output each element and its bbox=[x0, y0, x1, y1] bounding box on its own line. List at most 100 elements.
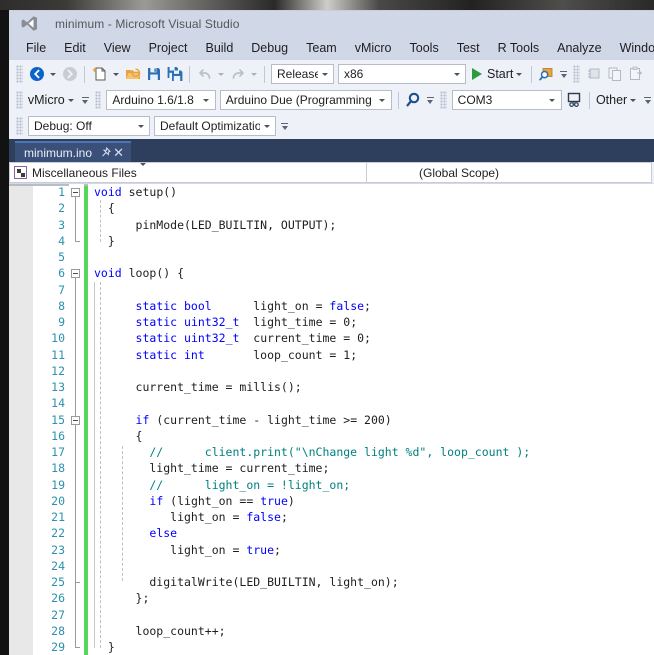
fold-toggle-loop[interactable] bbox=[71, 269, 80, 278]
chevron-down-icon[interactable] bbox=[200, 98, 213, 102]
chevron-down-icon[interactable] bbox=[137, 162, 149, 180]
menu-item-view[interactable]: View bbox=[95, 39, 140, 57]
toolbar-overflow-button[interactable] bbox=[279, 122, 290, 130]
chevron-down-icon[interactable] bbox=[376, 98, 389, 102]
document-tab-minimum-ino[interactable]: minimum.ino ✕ bbox=[15, 141, 132, 162]
chevron-down-icon[interactable] bbox=[318, 72, 331, 76]
code-token: if bbox=[135, 412, 150, 427]
code-line[interactable]: if (light_on == true) bbox=[88, 493, 654, 509]
code-line[interactable] bbox=[88, 558, 654, 574]
code-line[interactable]: loop_count++; bbox=[88, 623, 654, 639]
new-item-icon[interactable] bbox=[89, 64, 110, 85]
start-dropdown-icon[interactable] bbox=[516, 72, 523, 76]
ide-version-value: Arduino 1.6/1.8 bbox=[112, 93, 194, 107]
code-line[interactable]: void setup() bbox=[88, 184, 654, 200]
code-line[interactable] bbox=[88, 363, 654, 379]
magnifier-icon[interactable] bbox=[403, 90, 424, 111]
editor-indicator-margin[interactable] bbox=[9, 184, 33, 655]
code-line[interactable]: } bbox=[88, 639, 654, 655]
toolbar-overflow-button[interactable] bbox=[425, 96, 436, 104]
code-line[interactable]: else bbox=[88, 525, 654, 541]
toolbar-overflow-button[interactable] bbox=[558, 70, 569, 78]
code-editor[interactable]: 1 2 3 4 5 6 7 8 9 10 11 12 13 14 15 16 17 18 19 20 21 22 23 24 2… bbox=[9, 184, 654, 655]
ide-version-combo[interactable]: Arduino 1.6/1.8 bbox=[106, 90, 216, 110]
menu-item-r-tools[interactable]: R Tools bbox=[489, 39, 548, 57]
code-line[interactable]: }; bbox=[88, 590, 654, 606]
board-combo[interactable]: Arduino Due (Programming P‹ bbox=[219, 90, 392, 110]
save-icon[interactable] bbox=[143, 64, 164, 85]
menu-item-file[interactable]: File bbox=[17, 39, 55, 57]
member-scope-combo[interactable]: (Global Scope) bbox=[367, 162, 652, 183]
toolbar-grip[interactable] bbox=[439, 91, 447, 109]
project-scope-combo[interactable]: Miscellaneous Files bbox=[9, 162, 367, 183]
code-line[interactable] bbox=[88, 395, 654, 411]
code-line[interactable]: // client.print("\nChange light %d", loo… bbox=[88, 444, 654, 460]
menu-item-window[interactable]: Window bbox=[611, 39, 654, 57]
code-line[interactable]: static bool light_on = false; bbox=[88, 298, 654, 314]
code-line[interactable]: light_time = current_time; bbox=[88, 460, 654, 476]
find-icon[interactable] bbox=[536, 64, 557, 85]
fold-end-if bbox=[75, 582, 80, 583]
open-folder-icon[interactable] bbox=[122, 64, 143, 85]
pin-icon[interactable] bbox=[99, 146, 112, 159]
navigate-back-dropdown-icon[interactable] bbox=[50, 72, 56, 76]
chevron-down-icon[interactable] bbox=[450, 72, 463, 76]
line-number: 5 bbox=[58, 250, 65, 264]
solution-platform-combo[interactable]: x86 bbox=[338, 64, 466, 84]
code-line[interactable]: if (current_time - light_time >= 200) bbox=[88, 412, 654, 428]
code-line[interactable] bbox=[88, 282, 654, 298]
serial-port-combo[interactable]: COM3 bbox=[451, 90, 562, 110]
code-line[interactable]: { bbox=[88, 428, 654, 444]
fold-toggle-setup[interactable] bbox=[71, 188, 80, 197]
code-line[interactable]: light_on = true; bbox=[88, 542, 654, 558]
new-item-dropdown-icon[interactable] bbox=[113, 72, 119, 76]
menu-item-edit[interactable]: Edit bbox=[55, 39, 95, 57]
menu-item-debug[interactable]: Debug bbox=[242, 39, 297, 57]
code-line[interactable]: // light_on = !light_on; bbox=[88, 477, 654, 493]
toolbar-grip[interactable] bbox=[16, 65, 23, 83]
chevron-down-icon[interactable] bbox=[260, 124, 273, 128]
code-line[interactable]: light_on = false; bbox=[88, 509, 654, 525]
vmicro-menu-button[interactable]: vMicro bbox=[26, 90, 79, 111]
code-line[interactable]: void loop() { bbox=[88, 265, 654, 281]
toolbar-grip[interactable] bbox=[94, 91, 102, 109]
start-debug-button[interactable]: Start bbox=[468, 64, 527, 85]
code-line[interactable]: static uint32_t light_time = 0; bbox=[88, 314, 654, 330]
code-line[interactable]: digitalWrite(LED_BUILTIN, light_on); bbox=[88, 574, 654, 590]
code-line[interactable]: static uint32_t current_time = 0; bbox=[88, 330, 654, 346]
close-icon[interactable]: ✕ bbox=[112, 146, 125, 159]
save-all-icon[interactable] bbox=[164, 64, 185, 85]
serial-monitor-icon[interactable] bbox=[564, 90, 585, 111]
toolbar-grip[interactable] bbox=[16, 117, 23, 135]
menu-item-tools[interactable]: Tools bbox=[401, 39, 448, 57]
code-text-area[interactable]: void setup() { pinMode(LED_BUILTIN, OUTP… bbox=[88, 184, 654, 655]
code-line[interactable]: static int loop_count = 1; bbox=[88, 347, 654, 363]
code-line[interactable] bbox=[88, 249, 654, 265]
code-line[interactable] bbox=[88, 607, 654, 623]
optimization-combo[interactable]: Default Optimizatio bbox=[154, 116, 276, 136]
other-menu-button[interactable]: Other bbox=[594, 90, 641, 111]
toolbar-overflow-button[interactable] bbox=[80, 96, 91, 104]
line-number: 17 bbox=[51, 445, 65, 459]
menu-item-build[interactable]: Build bbox=[196, 39, 242, 57]
code-folding-gutter[interactable] bbox=[69, 184, 84, 655]
fold-toggle-if[interactable] bbox=[71, 416, 80, 425]
toolbar-overflow-button[interactable] bbox=[642, 96, 653, 104]
menu-item-project[interactable]: Project bbox=[140, 39, 197, 57]
toolbar-grip[interactable] bbox=[16, 91, 23, 109]
code-line[interactable]: { bbox=[88, 200, 654, 216]
code-line[interactable]: pinMode(LED_BUILTIN, OUTPUT); bbox=[88, 217, 654, 233]
solution-configuration-combo[interactable]: Release bbox=[271, 64, 334, 84]
menu-item-team[interactable]: Team bbox=[297, 39, 346, 57]
navigate-back-icon[interactable] bbox=[26, 64, 47, 85]
menu-item-analyze[interactable]: Analyze bbox=[548, 39, 610, 57]
code-line[interactable]: current_time = millis(); bbox=[88, 379, 654, 395]
menu-item-vmicro[interactable]: vMicro bbox=[346, 39, 401, 57]
toolbar-grip[interactable] bbox=[573, 65, 581, 83]
chevron-down-icon[interactable] bbox=[546, 98, 559, 102]
code-line[interactable]: } bbox=[88, 233, 654, 249]
debug-mode-combo[interactable]: Debug: Off bbox=[28, 116, 150, 136]
menu-item-test[interactable]: Test bbox=[448, 39, 489, 57]
chevron-down-icon[interactable] bbox=[134, 124, 147, 128]
